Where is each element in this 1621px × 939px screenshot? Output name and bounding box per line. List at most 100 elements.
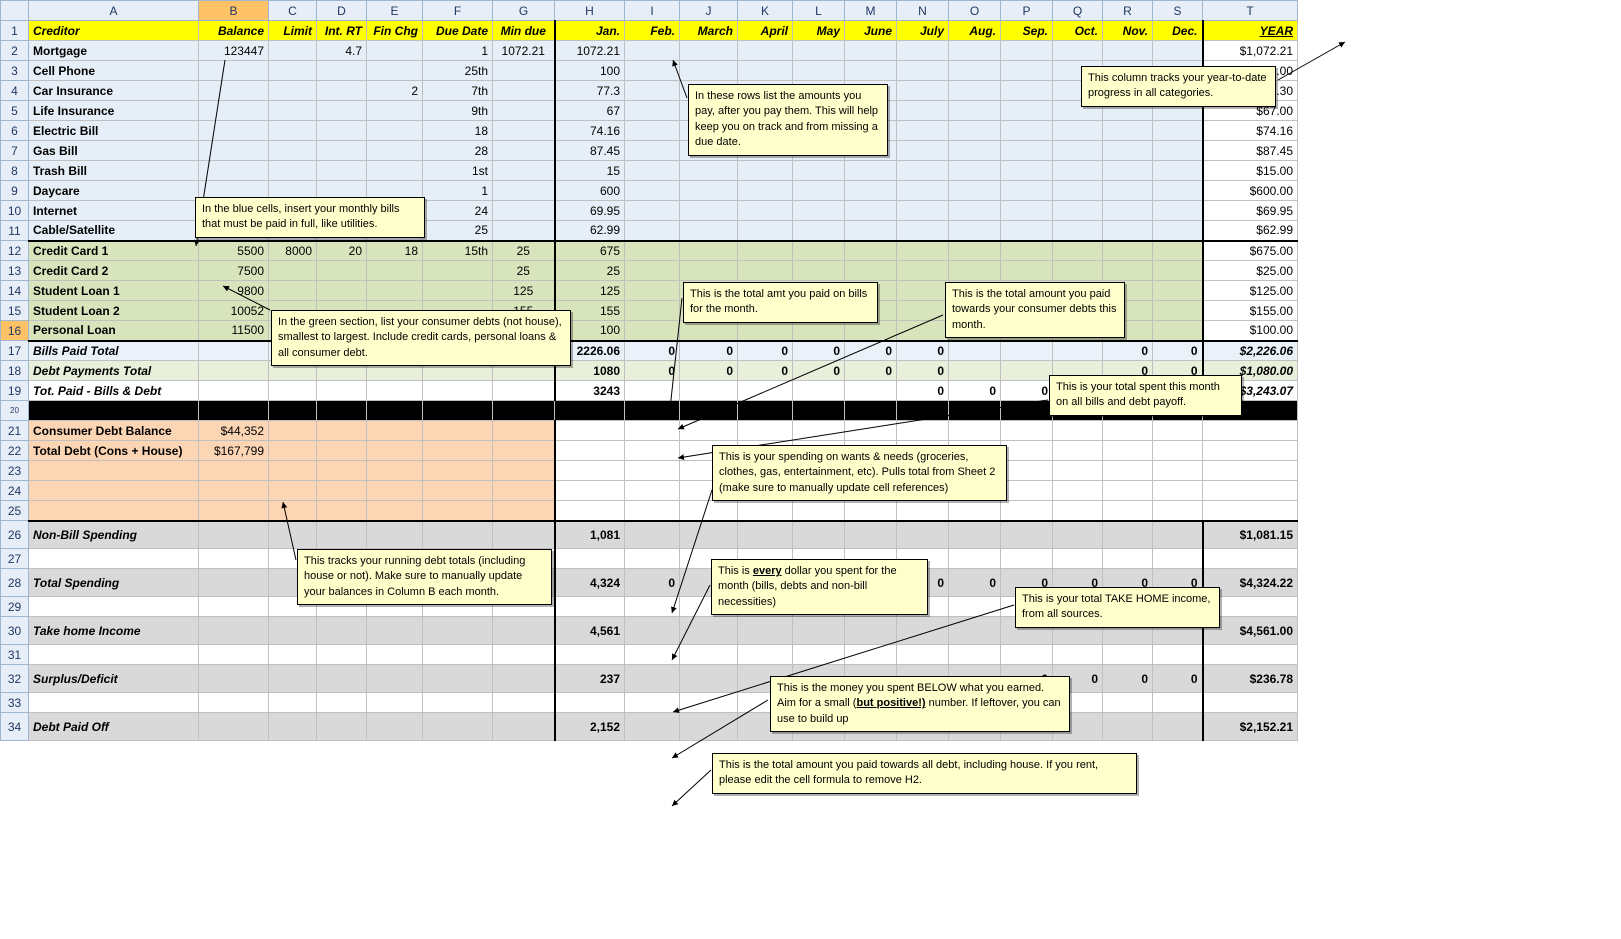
cell-R34[interactable] [1103, 713, 1153, 741]
cell-O10[interactable] [949, 201, 1001, 221]
cell-H4[interactable]: 77.3 [555, 81, 625, 101]
cell-S17[interactable]: 0 [1153, 341, 1203, 361]
cell-L21[interactable] [793, 421, 845, 441]
row-header-20[interactable]: 20 [1, 401, 29, 421]
cell-P4[interactable] [1001, 81, 1053, 101]
cell-H30[interactable]: 4,561 [555, 617, 625, 645]
cell-O28[interactable]: 0 [949, 569, 1001, 597]
cell-I30[interactable] [625, 617, 680, 645]
cell-P9[interactable] [1001, 181, 1053, 201]
cell-C31[interactable] [269, 645, 317, 665]
cell-O18[interactable] [949, 361, 1001, 381]
col-header-F[interactable]: F [423, 1, 493, 21]
cell-B28[interactable] [199, 569, 269, 597]
cell-O7[interactable] [949, 141, 1001, 161]
cell-T2[interactable]: $1,072.21 [1203, 41, 1298, 61]
cell-I19[interactable] [625, 381, 680, 401]
cell-C21[interactable] [269, 421, 317, 441]
row-header-29[interactable]: 29 [1, 597, 29, 617]
row-header-9[interactable]: 9 [1, 181, 29, 201]
cell-S24[interactable] [1153, 481, 1203, 501]
cell-M26[interactable] [845, 521, 897, 549]
cell-H6[interactable]: 74.16 [555, 121, 625, 141]
row-header-30[interactable]: 30 [1, 617, 29, 645]
cell-I12[interactable] [625, 241, 680, 261]
cell-O6[interactable] [949, 121, 1001, 141]
cell-I3[interactable] [625, 61, 680, 81]
cell-J26[interactable] [680, 521, 738, 549]
cell-K12[interactable] [738, 241, 793, 261]
col-header-L[interactable]: L [793, 1, 845, 21]
cell-J8[interactable] [680, 161, 738, 181]
cell-K2[interactable] [738, 41, 793, 61]
cell-N18[interactable]: 0 [897, 361, 949, 381]
cell-H21[interactable] [555, 421, 625, 441]
row-header-14[interactable]: 14 [1, 281, 29, 301]
cell-T6[interactable]: $74.16 [1203, 121, 1298, 141]
cell-C30[interactable] [269, 617, 317, 645]
cell-E20[interactable] [367, 401, 423, 421]
cell-N11[interactable] [897, 221, 949, 241]
cell-B8[interactable] [199, 161, 269, 181]
col-header-C[interactable]: C [269, 1, 317, 21]
header-B[interactable]: Balance [199, 21, 269, 41]
header-G[interactable]: Min due [493, 21, 555, 41]
cell-O13[interactable] [949, 261, 1001, 281]
cell-R6[interactable] [1103, 121, 1153, 141]
cell-B26[interactable] [199, 521, 269, 549]
cell-H11[interactable]: 62.99 [555, 221, 625, 241]
cell-D4[interactable] [317, 81, 367, 101]
header-C[interactable]: Limit [269, 21, 317, 41]
cell-D21[interactable] [317, 421, 367, 441]
cell-G34[interactable] [493, 713, 555, 741]
cell-A10[interactable]: Internet [29, 201, 199, 221]
cell-E12[interactable]: 18 [367, 241, 423, 261]
cell-P18[interactable] [1001, 361, 1053, 381]
cell-F23[interactable] [423, 461, 493, 481]
cell-A27[interactable] [29, 549, 199, 569]
cell-P8[interactable] [1001, 161, 1053, 181]
cell-H12[interactable]: 675 [555, 241, 625, 261]
cell-I16[interactable] [625, 321, 680, 341]
cell-C33[interactable] [269, 693, 317, 713]
cell-T26[interactable]: $1,081.15 [1203, 521, 1298, 549]
cell-T22[interactable] [1203, 441, 1298, 461]
cell-H25[interactable] [555, 501, 625, 521]
col-header-R[interactable]: R [1103, 1, 1153, 21]
cell-C6[interactable] [269, 121, 317, 141]
cell-F25[interactable] [423, 501, 493, 521]
cell-T9[interactable]: $600.00 [1203, 181, 1298, 201]
cell-E19[interactable] [367, 381, 423, 401]
cell-L13[interactable] [793, 261, 845, 281]
cell-S10[interactable] [1153, 201, 1203, 221]
cell-Q8[interactable] [1053, 161, 1103, 181]
cell-C26[interactable] [269, 521, 317, 549]
header-F[interactable]: Due Date [423, 21, 493, 41]
cell-T11[interactable]: $62.99 [1203, 221, 1298, 241]
cell-T23[interactable] [1203, 461, 1298, 481]
row-header-3[interactable]: 3 [1, 61, 29, 81]
cell-M16[interactable] [845, 321, 897, 341]
cell-S33[interactable] [1153, 693, 1203, 713]
cell-N12[interactable] [897, 241, 949, 261]
header-E[interactable]: Fin Chg [367, 21, 423, 41]
cell-N3[interactable] [897, 61, 949, 81]
cell-G11[interactable] [493, 221, 555, 241]
cell-M30[interactable] [845, 617, 897, 645]
col-header-A[interactable]: A [29, 1, 199, 21]
cell-D30[interactable] [317, 617, 367, 645]
cell-J17[interactable]: 0 [680, 341, 738, 361]
cell-D7[interactable] [317, 141, 367, 161]
cell-D25[interactable] [317, 501, 367, 521]
cell-S7[interactable] [1153, 141, 1203, 161]
cell-G3[interactable] [493, 61, 555, 81]
cell-L12[interactable] [793, 241, 845, 261]
cell-L8[interactable] [793, 161, 845, 181]
cell-M13[interactable] [845, 261, 897, 281]
cell-S15[interactable] [1153, 301, 1203, 321]
cell-I29[interactable] [625, 597, 680, 617]
cell-L16[interactable] [793, 321, 845, 341]
cell-S6[interactable] [1153, 121, 1203, 141]
cell-E21[interactable] [367, 421, 423, 441]
cell-I27[interactable] [625, 549, 680, 569]
